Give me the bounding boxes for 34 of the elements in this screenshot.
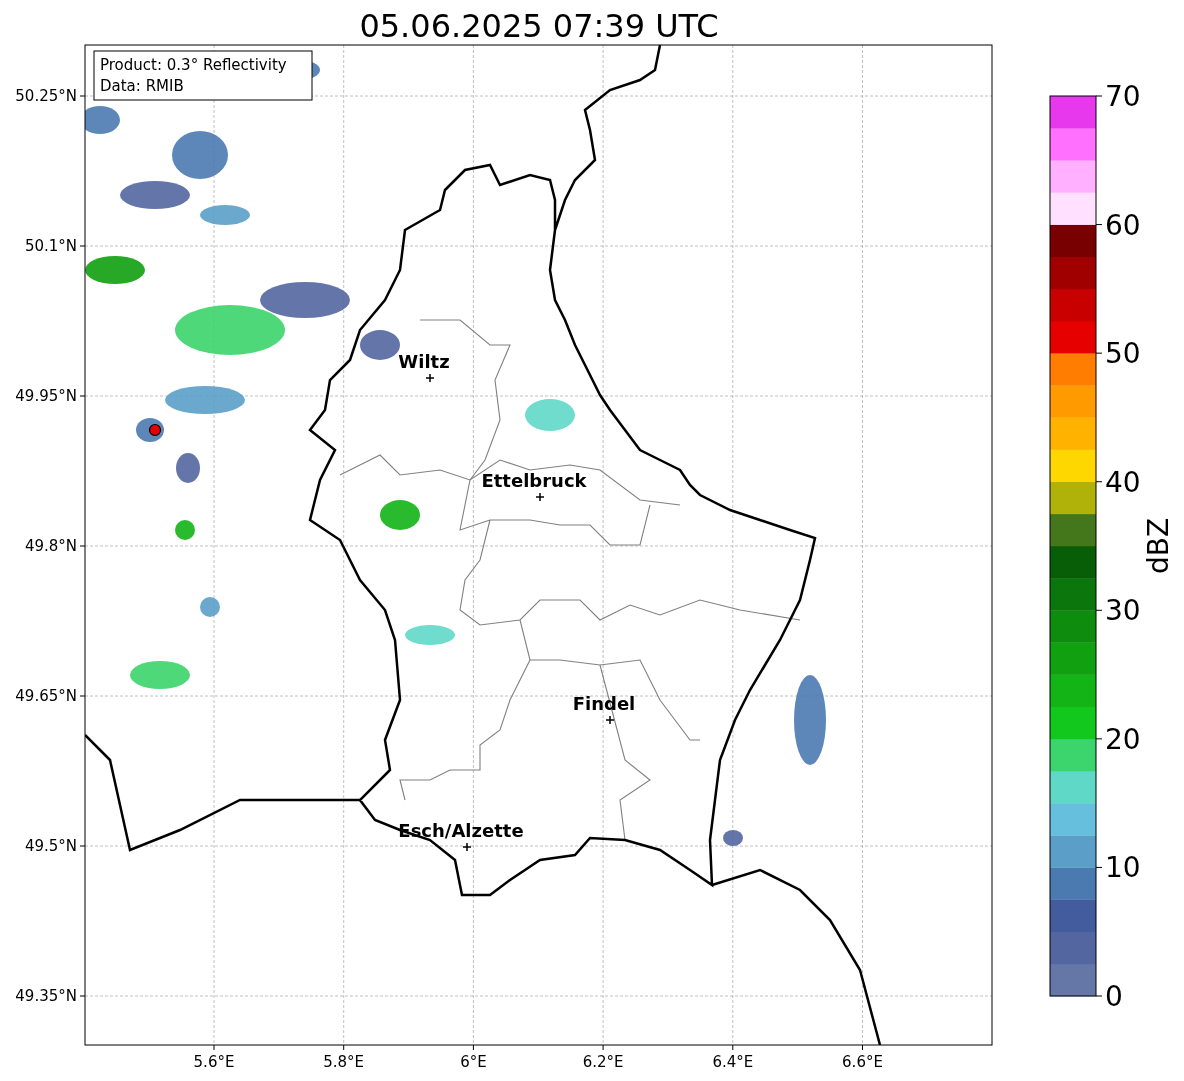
colorbar-tick-label: 40 [1105,465,1141,499]
city-marker-icon [425,373,435,383]
colorbar-tick-label: 60 [1105,208,1141,242]
axis-tick-label: 6.6°E [842,1053,883,1071]
city-label: Wiltz [398,351,450,372]
axis-tick-label: 5.8°E [323,1053,365,1071]
axis-tick-label: 50.25°N [15,87,77,105]
colorbar-tick-label: 0 [1105,980,1123,1013]
colorbar-tick-label: 70 [1105,80,1141,113]
colorbar-tick-label: 10 [1105,851,1141,885]
axis-tick-label: 49.5°N [24,837,77,855]
city-label: Esch/Alzette [398,820,524,841]
city-marker-icon [535,492,545,502]
axis-tick-label: 49.95°N [15,387,77,405]
city-marker-icon [462,842,472,852]
axis-tick-label: 50.1°N [24,237,77,255]
legend-text: Product: 0.3° Reflectivity [100,56,287,74]
city-label: Ettelbruck [481,470,587,491]
axis-tick-label: 49.65°N [15,687,77,705]
colorbar-tick-label: 30 [1105,594,1141,628]
legend-text: Data: RMIB [100,77,184,95]
chart-title: 05.06.2025 07:39 UTC [359,7,719,45]
axis-tick-label: 6.4°E [712,1053,754,1071]
axis-tick-label: 6.2°E [582,1053,624,1071]
axis-tick-label: 49.8°N [24,537,77,555]
colorbar-label: dBZ [1142,517,1175,575]
colorbar-tick-label: 50 [1105,337,1141,371]
axis-tick-label: 5.6°E [193,1053,235,1071]
city-marker-icon [605,715,615,725]
radar-site-marker-icon [148,423,162,437]
city-label: Findel [572,693,636,714]
axis-tick-label: 6°E [460,1053,487,1071]
axis-tick-label: 49.35°N [15,987,77,1005]
colorbar-tick-label: 20 [1105,722,1141,756]
